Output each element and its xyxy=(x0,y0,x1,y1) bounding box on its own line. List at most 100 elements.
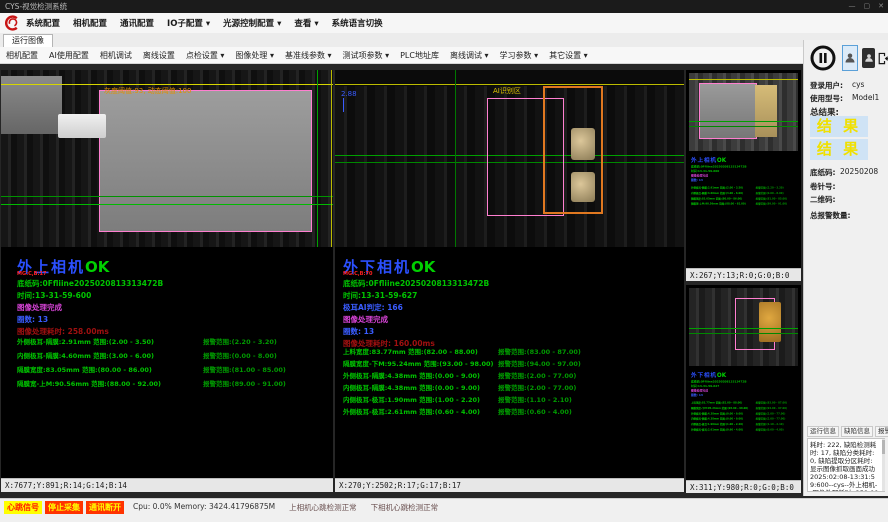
alarm-text: 报警范围:(89.00 - 91.00) xyxy=(203,378,286,388)
measure-text: 隔膜宽度-下M:95.24mm 范围:(93.00 - 98.00) xyxy=(691,407,748,410)
tool-plc-address[interactable]: PLC地址库 xyxy=(400,50,439,61)
measure-text: 内侧极耳-隔膜:4.38mm 范围:(0.00 - 9.00) xyxy=(343,384,480,392)
code-line: 底纸码:0Ffliine2025020813313472B xyxy=(691,164,747,168)
roi-box-magenta xyxy=(699,83,757,139)
tab-run-image[interactable]: 运行图像 xyxy=(3,34,53,47)
thumb-panel-lower[interactable]: 外下相机OK 底纸码:0Ffliine2025020813313472B 时间:… xyxy=(686,285,801,493)
tool-learn-params[interactable]: 学习参数 ▾ xyxy=(500,50,539,61)
log-tab-strip: 运行信息 缺陷信息 报警信息 xyxy=(807,426,888,437)
green-vertical-line xyxy=(455,70,456,247)
result-sub-lower: MG:C,B:70 xyxy=(343,271,372,277)
tool-offline-debug[interactable]: 离线调试 ▾ xyxy=(450,50,489,61)
alarm-text: 报警范围:(2.00 - 77.00) xyxy=(756,417,786,421)
tool-camera-debug[interactable]: 相机调试 xyxy=(100,50,132,61)
thumb-image-lower[interactable] xyxy=(689,288,798,366)
result-badge-lower: 结 果 xyxy=(810,139,868,160)
count-line: 圈数: 13 xyxy=(691,178,703,182)
tool-image-process[interactable]: 图像处理 ▾ xyxy=(235,50,274,61)
alarm-text: 报警范围:(2.20 - 3.20) xyxy=(203,336,277,346)
measure-text: 上料宽度:83.77mm 范围:(82.00 - 88.00) xyxy=(343,348,478,356)
tool-camera-config[interactable]: 相机配置 xyxy=(6,50,38,61)
alarm-text: 报警范围:(89.00 - 91.00) xyxy=(756,202,787,206)
result-ok-upper: OK xyxy=(85,258,109,276)
bright-strip xyxy=(755,85,777,137)
tab-connector xyxy=(58,114,106,138)
thumb-panel-upper[interactable]: 外上相机OK 底纸码:0Ffliine2025020813313472B 时间:… xyxy=(686,70,801,281)
measure-text: 内侧极耳-隔膜:4.60mm 范围:(3.00 - 6.00) xyxy=(17,352,154,360)
user-dark-button[interactable] xyxy=(862,48,875,68)
close-icon[interactable]: ✕ xyxy=(878,0,884,13)
measure-text: 外侧极耳-隔膜:2.91mm 范围:(2.00 - 3.50) xyxy=(691,186,743,189)
lower-camera-heartbeat-text: 下相机心跳检测正常 xyxy=(371,502,439,513)
camera-name: 外下相机 xyxy=(691,372,717,379)
log-tab-alarm-info[interactable]: 报警信息 xyxy=(875,426,888,437)
green-guide-line xyxy=(1,204,333,205)
pixel-coords-thumb-upper: X:267;Y:13;R:0;G:0;B:0 xyxy=(686,268,801,281)
code-line: 底纸码:0Ffliine2025020813313472B xyxy=(17,278,163,289)
base-paper-code-value: 20250208 xyxy=(840,167,878,176)
exit-button[interactable] xyxy=(877,48,888,68)
thumb-image-upper[interactable] xyxy=(689,73,798,151)
alarm-text: 报警范围:(0.00 - 8.00) xyxy=(756,191,784,195)
menu-item-camera-config[interactable]: 相机配置 xyxy=(73,17,107,29)
user-icon xyxy=(844,51,856,65)
measure-text: 隔膜宽度:83.05mm 范围:(80.00 - 86.00) xyxy=(691,197,742,200)
menu-item-language[interactable]: 系统语言切换 xyxy=(332,17,383,29)
code-line: 底纸码:0Ffliine2025020813313472B xyxy=(343,278,489,289)
log-tab-run-info[interactable]: 运行信息 xyxy=(807,426,839,437)
yellow-vertical-line xyxy=(331,70,332,247)
menu-item-io-config[interactable]: IO子配置 ▾ xyxy=(167,17,210,29)
alarm-text: 报警范围:(2.20 - 3.20) xyxy=(756,186,784,190)
measure-text: 外侧极耳-隔膜:4.38mm 范围:(0.00 - 9.00) xyxy=(343,372,480,380)
alarm-text: 报警范围:(94.00 - 97.00) xyxy=(498,358,581,368)
tool-ai-config[interactable]: AI使用配置 xyxy=(49,50,89,61)
menu-item-view[interactable]: 查看 ▾ xyxy=(294,17,318,29)
comm-disconnect-badge: 通讯断开 xyxy=(86,501,124,514)
window-title: CYS-视觉检测系统 xyxy=(5,0,67,13)
measure-text: 外侧极耳-隔膜:4.38mm 范围:(0.00 - 9.00) xyxy=(691,412,743,415)
tool-test-params[interactable]: 测试项参数 ▾ xyxy=(343,50,390,61)
tool-spot-check[interactable]: 点检设置 ▾ xyxy=(186,50,225,61)
alarm-text: 报警范围:(2.00 - 77.00) xyxy=(756,411,786,415)
maximize-icon[interactable]: ▢ xyxy=(864,0,871,13)
done-line: 图像处理完成 xyxy=(17,302,62,313)
heartbeat-badge: 心跳信号 xyxy=(4,501,42,514)
log-tab-defect-info[interactable]: 缺陷信息 xyxy=(841,426,873,437)
pixel-coords-upper: X:7677;Y:891;R:14;G:14;B:14 xyxy=(1,478,333,492)
tool-baseline-params[interactable]: 基准线参数 ▾ xyxy=(285,50,332,61)
green-vertical-line xyxy=(317,70,318,247)
user-login-button[interactable] xyxy=(842,45,858,71)
minimize-icon[interactable]: — xyxy=(849,0,856,13)
tool-other-settings[interactable]: 其它设置 ▾ xyxy=(549,50,588,61)
result-sub-upper: MG:C,B:17 xyxy=(17,271,46,277)
user-icon xyxy=(864,52,874,64)
measure-text: 隔膜宽-上M:90.56mm 范围:(88.00 - 92.00) xyxy=(17,380,161,388)
log-scrollbar-thumb[interactable] xyxy=(882,440,885,454)
tool-offline-setting[interactable]: 离线设置 xyxy=(143,50,175,61)
count-line: 圈数: 13 xyxy=(691,393,703,397)
menu-item-comm-config[interactable]: 通讯配置 xyxy=(120,17,154,29)
exit-door-icon xyxy=(877,51,888,66)
alarm-text: 报警范围:(81.00 - 85.00) xyxy=(203,364,286,374)
green-guide-line xyxy=(689,126,798,127)
pixel-coords-lower: X:270;Y:2502;R:17;G:17;B:17 xyxy=(335,478,684,492)
green-guide-line xyxy=(1,196,333,197)
log-text-area[interactable]: 耗时: 222, 缺陷检测耗时: 17, 缺陷分类耗时: 0, 缺陷提取分区耗时… xyxy=(807,438,885,492)
measure-text: 外侧极耳-极耳:2.61mm 范围:(0.60 - 4.00) xyxy=(343,408,480,416)
camera-image-lower[interactable]: AI识别区 2.88 xyxy=(335,70,684,247)
camera-panel-upper: 灰度阈值:93, 动态阈值:100 外上相机OK MG:C,B:17 底纸码:0… xyxy=(1,70,333,492)
measure-value-label: 2.88 xyxy=(341,90,357,98)
result-block-lower: 外下相机OK MG:C,B:70 底纸码:0Ffliine20250208133… xyxy=(343,256,663,348)
time-line: 时间:13-31-59-627 xyxy=(343,290,417,301)
count-line: 圈数: 13 xyxy=(343,326,374,337)
menu-item-light-config[interactable]: 光源控制配置 ▾ xyxy=(223,17,281,29)
control-panel: 登录用户: cys 使用型号: Model1 总结果: 结 果 结 果 底纸码:… xyxy=(803,40,888,496)
camera-image-upper[interactable]: 灰度阈值:93, 动态阈值:100 xyxy=(1,70,333,247)
mini-result-upper: 外上相机OK 底纸码:0Ffliine2025020813313472B 时间:… xyxy=(691,156,805,164)
menu-item-system-config[interactable]: 系统配置 xyxy=(26,17,60,29)
alarm-count-label: 总报警数量: xyxy=(810,210,851,221)
done-line: 图像处理完成 xyxy=(343,314,388,325)
pause-button[interactable] xyxy=(809,44,837,72)
alarm-text: 报警范围:(0.60 - 4.00) xyxy=(756,427,784,431)
model-label: 使用型号: xyxy=(810,93,843,104)
